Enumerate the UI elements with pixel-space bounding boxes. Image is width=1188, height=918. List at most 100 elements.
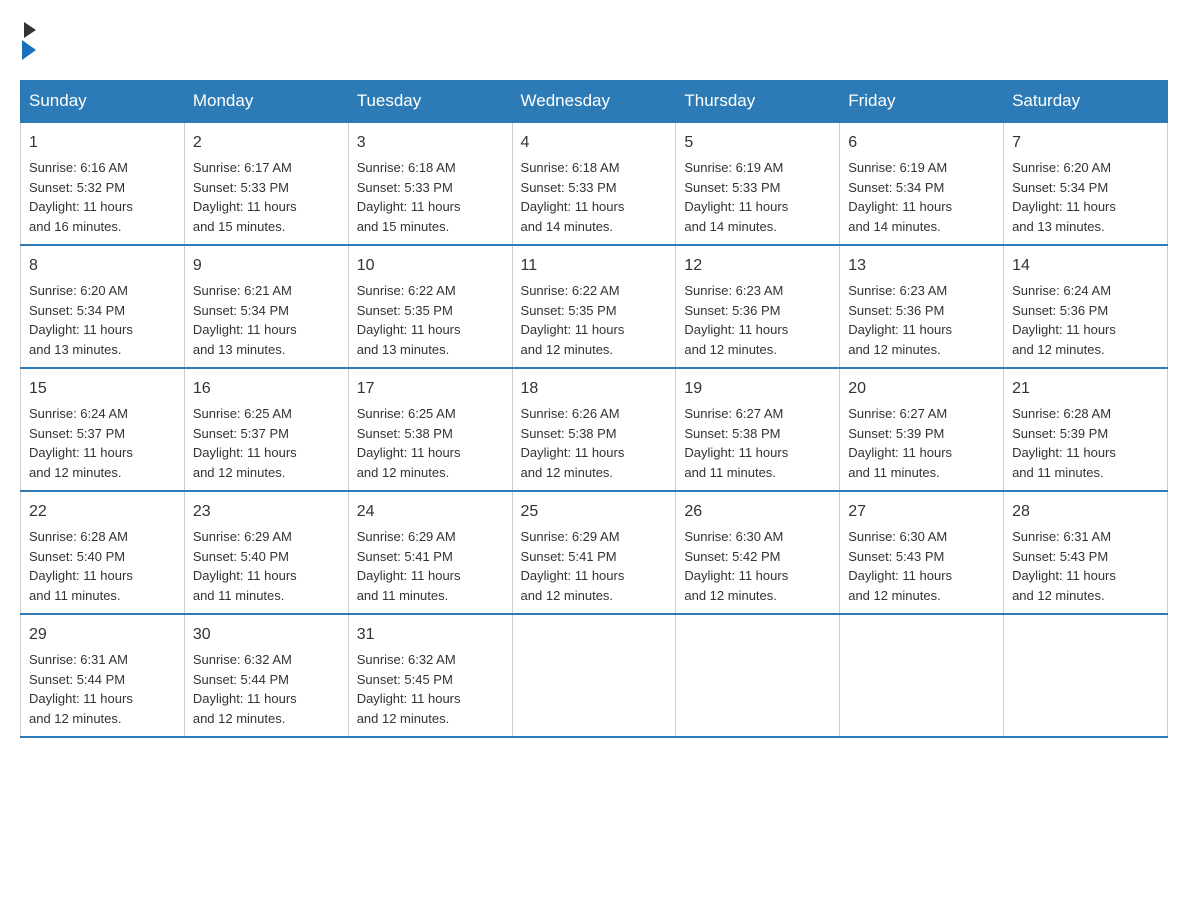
day-number: 8 [29,254,176,278]
day-number: 20 [848,377,995,401]
calendar-cell [512,614,676,737]
calendar-cell: 18 Sunrise: 6:26 AMSunset: 5:38 PMDayligh… [512,368,676,491]
calendar-cell: 22Sunrise: 6:28 AMSunset: 5:40 PMDayligh… [21,491,185,614]
day-number: 24 [357,500,504,524]
day-info: Sunrise: 6:29 AMSunset: 5:41 PMDaylight:… [521,529,625,603]
calendar-cell: 26 Sunrise: 6:30 AMSunset: 5:42 PMDayligh… [676,491,840,614]
day-info: Sunrise: 6:30 AMSunset: 5:42 PMDaylight:… [684,529,788,603]
day-info: Sunrise: 6:31 AMSunset: 5:43 PMDaylight:… [1012,529,1116,603]
day-number: 2 [193,131,340,155]
header-sunday: Sunday [21,81,185,123]
calendar-week-row: 22Sunrise: 6:28 AMSunset: 5:40 PMDayligh… [21,491,1168,614]
calendar-week-row: 15 Sunrise: 6:24 AMSunset: 5:37 PMDayligh… [21,368,1168,491]
day-number: 26 [684,500,831,524]
calendar-cell: 2 Sunrise: 6:17 AMSunset: 5:33 PMDaylight… [184,122,348,245]
day-number: 9 [193,254,340,278]
calendar-cell: 20Sunrise: 6:27 AMSunset: 5:39 PMDayligh… [840,368,1004,491]
day-number: 18 [521,377,668,401]
day-info: Sunrise: 6:31 AMSunset: 5:44 PMDaylight:… [29,652,133,726]
day-info: Sunrise: 6:29 AMSunset: 5:40 PMDaylight:… [193,529,297,603]
day-number: 19 [684,377,831,401]
day-number: 12 [684,254,831,278]
day-number: 31 [357,623,504,647]
calendar-cell: 13 Sunrise: 6:23 AMSunset: 5:36 PMDayligh… [840,245,1004,368]
day-info: Sunrise: 6:26 AMSunset: 5:38 PMDaylight:… [521,406,625,480]
day-info: Sunrise: 6:25 AMSunset: 5:37 PMDaylight:… [193,406,297,480]
day-info: Sunrise: 6:21 AMSunset: 5:34 PMDaylight:… [193,283,297,357]
calendar-cell: 29 Sunrise: 6:31 AMSunset: 5:44 PMDayligh… [21,614,185,737]
calendar-cell: 24Sunrise: 6:29 AMSunset: 5:41 PMDayligh… [348,491,512,614]
calendar-cell: 19 Sunrise: 6:27 AMSunset: 5:38 PMDayligh… [676,368,840,491]
day-info: Sunrise: 6:20 AMSunset: 5:34 PMDaylight:… [1012,160,1116,234]
calendar-cell: 14 Sunrise: 6:24 AMSunset: 5:36 PMDayligh… [1004,245,1168,368]
calendar-cell [1004,614,1168,737]
day-number: 7 [1012,131,1159,155]
day-info: Sunrise: 6:27 AMSunset: 5:38 PMDaylight:… [684,406,788,480]
calendar-cell: 17 Sunrise: 6:25 AMSunset: 5:38 PMDayligh… [348,368,512,491]
calendar-cell [840,614,1004,737]
page-header [20,20,1168,60]
day-info: Sunrise: 6:18 AMSunset: 5:33 PMDaylight:… [357,160,461,234]
day-number: 16 [193,377,340,401]
day-info: Sunrise: 6:22 AMSunset: 5:35 PMDaylight:… [521,283,625,357]
day-number: 4 [521,131,668,155]
calendar-cell: 15 Sunrise: 6:24 AMSunset: 5:37 PMDayligh… [21,368,185,491]
day-info: Sunrise: 6:32 AMSunset: 5:44 PMDaylight:… [193,652,297,726]
day-number: 30 [193,623,340,647]
day-info: Sunrise: 6:30 AMSunset: 5:43 PMDaylight:… [848,529,952,603]
day-info: Sunrise: 6:17 AMSunset: 5:33 PMDaylight:… [193,160,297,234]
calendar-cell: 6Sunrise: 6:19 AMSunset: 5:34 PMDaylight… [840,122,1004,245]
header-thursday: Thursday [676,81,840,123]
day-number: 14 [1012,254,1159,278]
day-info: Sunrise: 6:19 AMSunset: 5:34 PMDaylight:… [848,160,952,234]
day-number: 5 [684,131,831,155]
logo-arrow-icon [22,40,36,60]
calendar-cell: 12 Sunrise: 6:23 AMSunset: 5:36 PMDayligh… [676,245,840,368]
calendar-cell: 27 Sunrise: 6:30 AMSunset: 5:43 PMDayligh… [840,491,1004,614]
day-info: Sunrise: 6:28 AMSunset: 5:40 PMDaylight:… [29,529,133,603]
calendar-table: SundayMondayTuesdayWednesdayThursdayFrid… [20,80,1168,738]
day-number: 23 [193,500,340,524]
calendar-cell: 10 Sunrise: 6:22 AMSunset: 5:35 PMDayligh… [348,245,512,368]
day-number: 27 [848,500,995,524]
calendar-cell: 11Sunrise: 6:22 AMSunset: 5:35 PMDayligh… [512,245,676,368]
day-info: Sunrise: 6:32 AMSunset: 5:45 PMDaylight:… [357,652,461,726]
day-info: Sunrise: 6:22 AMSunset: 5:35 PMDaylight:… [357,283,461,357]
calendar-cell: 1 Sunrise: 6:16 AMSunset: 5:32 PMDaylight… [21,122,185,245]
calendar-week-row: 8 Sunrise: 6:20 AMSunset: 5:34 PMDaylight… [21,245,1168,368]
day-info: Sunrise: 6:20 AMSunset: 5:34 PMDaylight:… [29,283,133,357]
header-tuesday: Tuesday [348,81,512,123]
day-info: Sunrise: 6:24 AMSunset: 5:37 PMDaylight:… [29,406,133,480]
calendar-cell: 4 Sunrise: 6:18 AMSunset: 5:33 PMDaylight… [512,122,676,245]
day-info: Sunrise: 6:23 AMSunset: 5:36 PMDaylight:… [848,283,952,357]
header-monday: Monday [184,81,348,123]
day-info: Sunrise: 6:16 AMSunset: 5:32 PMDaylight:… [29,160,133,234]
header-wednesday: Wednesday [512,81,676,123]
calendar-week-row: 1 Sunrise: 6:16 AMSunset: 5:32 PMDaylight… [21,122,1168,245]
calendar-cell: 9 Sunrise: 6:21 AMSunset: 5:34 PMDaylight… [184,245,348,368]
logo-blue [20,38,36,60]
day-info: Sunrise: 6:23 AMSunset: 5:36 PMDaylight:… [684,283,788,357]
day-number: 17 [357,377,504,401]
day-number: 13 [848,254,995,278]
calendar-cell: 23 Sunrise: 6:29 AMSunset: 5:40 PMDayligh… [184,491,348,614]
calendar-header-row: SundayMondayTuesdayWednesdayThursdayFrid… [21,81,1168,123]
calendar-cell: 3 Sunrise: 6:18 AMSunset: 5:33 PMDaylight… [348,122,512,245]
calendar-cell [676,614,840,737]
day-number: 15 [29,377,176,401]
day-number: 21 [1012,377,1159,401]
calendar-cell: 31 Sunrise: 6:32 AMSunset: 5:45 PMDayligh… [348,614,512,737]
day-info: Sunrise: 6:24 AMSunset: 5:36 PMDaylight:… [1012,283,1116,357]
header-friday: Friday [840,81,1004,123]
day-info: Sunrise: 6:25 AMSunset: 5:38 PMDaylight:… [357,406,461,480]
calendar-cell: 5Sunrise: 6:19 AMSunset: 5:33 PMDaylight… [676,122,840,245]
day-number: 3 [357,131,504,155]
day-number: 28 [1012,500,1159,524]
day-number: 29 [29,623,176,647]
day-number: 1 [29,131,176,155]
day-info: Sunrise: 6:18 AMSunset: 5:33 PMDaylight:… [521,160,625,234]
day-number: 10 [357,254,504,278]
calendar-cell: 8 Sunrise: 6:20 AMSunset: 5:34 PMDaylight… [21,245,185,368]
logo [20,20,36,60]
header-saturday: Saturday [1004,81,1168,123]
